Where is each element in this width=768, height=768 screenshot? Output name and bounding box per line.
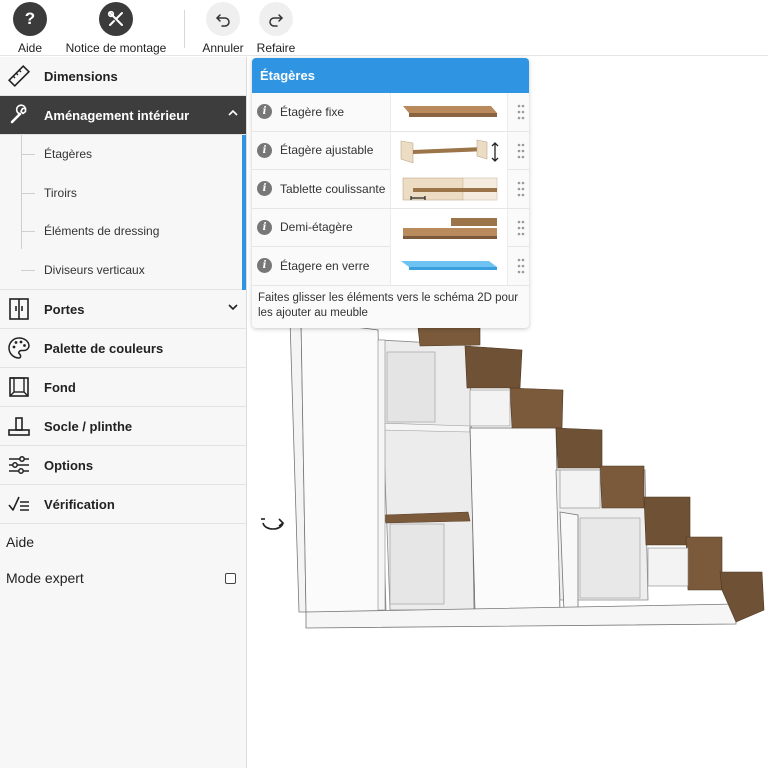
shelves-panel: Étagères i Étagère fixe i Étagère ajusta… bbox=[252, 58, 529, 328]
drag-handle-icon[interactable] bbox=[517, 181, 525, 197]
menu-item-options[interactable]: Options bbox=[0, 446, 246, 485]
help-icon: ? bbox=[13, 2, 47, 36]
info-icon[interactable]: i bbox=[257, 219, 272, 235]
rotate-view-icon[interactable] bbox=[259, 515, 287, 533]
half-shelf-thumbnail[interactable] bbox=[390, 208, 508, 247]
drag-handle-icon[interactable] bbox=[517, 143, 525, 159]
menu-label: Socle / plinthe bbox=[44, 418, 133, 434]
sliding-shelf-thumbnail[interactable] bbox=[390, 170, 508, 208]
shelf-item-fixed[interactable]: i Étagère fixe bbox=[252, 93, 529, 132]
sub-item-drawers[interactable]: Tiroirs bbox=[0, 174, 246, 213]
sub-item-vertical-dividers[interactable]: Diviseurs verticaux bbox=[0, 251, 246, 290]
menu-item-interior[interactable]: Aménagement intérieur bbox=[0, 96, 246, 135]
sidebar-help-link[interactable]: Aide bbox=[0, 524, 246, 560]
tree-branch bbox=[21, 154, 35, 155]
expert-mode-label: Mode expert bbox=[6, 570, 84, 586]
assembly-label: Notice de montage bbox=[65, 41, 167, 55]
sub-item-label: Étagères bbox=[44, 147, 93, 162]
help-button[interactable]: ? Aide bbox=[12, 0, 48, 55]
info-icon[interactable]: i bbox=[257, 181, 272, 197]
fixed-shelf-thumbnail[interactable] bbox=[390, 93, 508, 131]
sub-item-shelves[interactable]: Étagères bbox=[0, 135, 246, 174]
menu-label: Dimensions bbox=[44, 68, 118, 84]
menu-item-plinth[interactable]: Socle / plinthe bbox=[0, 407, 246, 446]
menu-label: Options bbox=[44, 457, 94, 473]
menu-label: Aménagement intérieur bbox=[44, 107, 190, 123]
expert-mode-checkbox[interactable] bbox=[225, 573, 236, 584]
sub-item-wardrobe-elements[interactable]: Éléments de dressing bbox=[0, 212, 246, 251]
drag-handle-icon[interactable] bbox=[517, 220, 525, 236]
redo-icon bbox=[259, 2, 293, 36]
menu-item-dimensions[interactable]: Dimensions bbox=[0, 57, 246, 96]
info-icon[interactable]: i bbox=[257, 142, 272, 158]
wardrobe-doors-icon bbox=[2, 292, 36, 326]
info-icon[interactable]: i bbox=[257, 104, 272, 120]
undo-button[interactable]: Annuler bbox=[202, 0, 244, 55]
back-panel-icon bbox=[2, 370, 36, 404]
tools-icon bbox=[99, 2, 133, 36]
shelf-item-label: Demi-étagère bbox=[280, 220, 353, 235]
shelf-item-label: Étagère ajustable bbox=[280, 143, 374, 158]
menu-label: Palette de couleurs bbox=[44, 340, 164, 356]
info-icon[interactable]: i bbox=[257, 258, 272, 274]
shelf-item-glass[interactable]: i Étagere en verre bbox=[252, 247, 529, 286]
palette-icon bbox=[2, 331, 36, 365]
configurator-sidebar: Dimensions Aménagement intérieur Étagère… bbox=[0, 57, 247, 768]
tree-branch bbox=[21, 269, 35, 271]
shelf-item-sliding[interactable]: i Tablette coulissante bbox=[252, 170, 529, 209]
help-label: Aide bbox=[17, 41, 43, 55]
shelves-panel-title: Étagères bbox=[252, 58, 529, 93]
sliders-icon bbox=[2, 448, 36, 482]
help-text: Aide bbox=[6, 534, 35, 550]
undo-icon bbox=[206, 2, 240, 36]
top-toolbar: ? Aide Notice de montage Annuler Refaire bbox=[0, 0, 768, 56]
chevron-up-icon[interactable] bbox=[228, 108, 238, 118]
redo-label: Refaire bbox=[256, 41, 296, 55]
shelf-item-label: Tablette coulissante bbox=[280, 181, 386, 196]
shelf-item-adjustable[interactable]: i Étagère ajustable bbox=[252, 131, 529, 170]
chevron-down-icon[interactable] bbox=[228, 302, 238, 312]
undo-label: Annuler bbox=[202, 41, 244, 55]
menu-label: Fond bbox=[44, 379, 76, 395]
sub-item-label: Diviseurs verticaux bbox=[44, 262, 145, 277]
tree-branch bbox=[21, 231, 35, 232]
drag-handle-icon[interactable] bbox=[517, 104, 525, 120]
shelf-item-half[interactable]: i Demi-étagère bbox=[252, 208, 529, 247]
sub-item-label: Éléments de dressing bbox=[44, 224, 160, 239]
drag-handle-icon[interactable] bbox=[517, 258, 525, 274]
assembly-instructions-button[interactable]: Notice de montage bbox=[62, 0, 170, 55]
interior-submenu: Étagères Tiroirs Éléments de dressing Di… bbox=[0, 135, 246, 328]
drag-hint: Faites glisser les éléments vers le sché… bbox=[258, 291, 519, 319]
ruler-icon bbox=[2, 59, 36, 93]
toolbar-divider bbox=[184, 10, 185, 48]
glass-shelf-thumbnail[interactable] bbox=[390, 247, 508, 285]
shelf-item-label: Étagère fixe bbox=[280, 104, 345, 119]
shelf-item-label: Étagere en verre bbox=[280, 258, 370, 273]
menu-label: Vérification bbox=[44, 496, 115, 512]
menu-item-verification[interactable]: Vérification bbox=[0, 485, 246, 524]
tree-branch bbox=[21, 192, 35, 194]
menu-item-color-palette[interactable]: Palette de couleurs bbox=[0, 329, 246, 368]
plinth-icon bbox=[2, 409, 36, 443]
expert-mode-row: Mode expert bbox=[0, 560, 246, 596]
menu-label: Portes bbox=[44, 301, 85, 317]
checklist-icon bbox=[2, 487, 36, 521]
menu-item-back-panel[interactable]: Fond bbox=[0, 368, 246, 407]
wrench-icon bbox=[2, 98, 36, 132]
menu-item-doors[interactable]: Portes bbox=[0, 290, 246, 329]
sub-item-label: Tiroirs bbox=[44, 185, 77, 200]
adjustable-shelf-thumbnail[interactable] bbox=[390, 131, 508, 170]
redo-button[interactable]: Refaire bbox=[257, 0, 295, 55]
